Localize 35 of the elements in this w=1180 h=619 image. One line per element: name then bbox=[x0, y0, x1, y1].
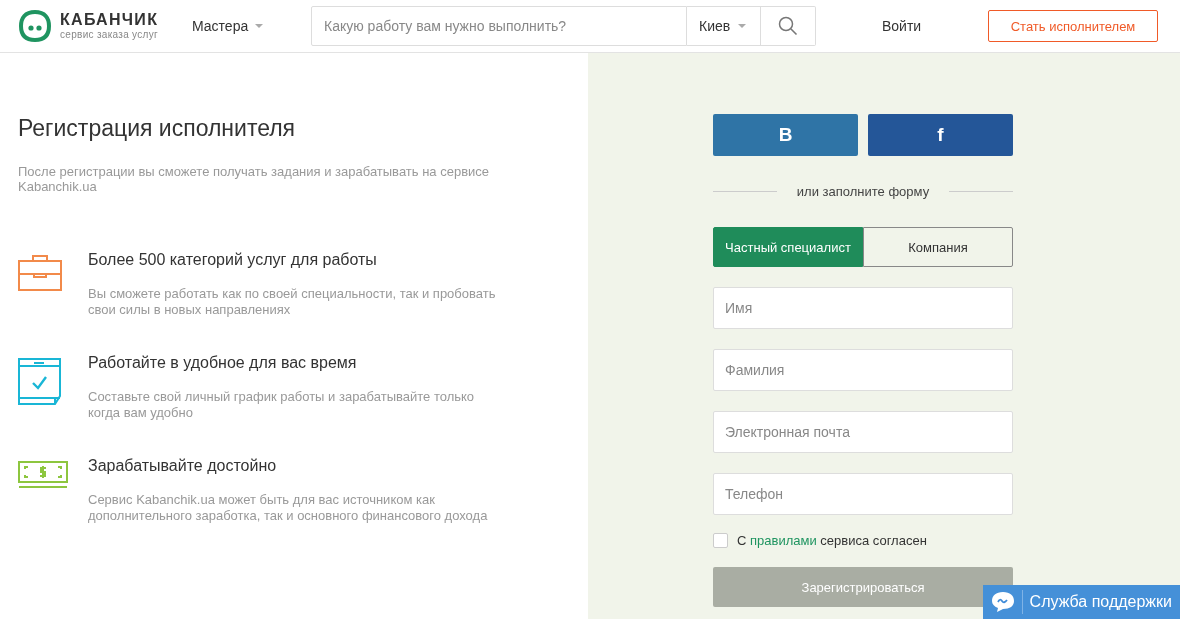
search-field[interactable]: Какую работу вам нужно выполнить? bbox=[311, 6, 687, 46]
chat-bubble-icon bbox=[990, 591, 1015, 613]
divider-text: или заполните форму bbox=[796, 184, 930, 199]
text-field[interactable]: Телефон bbox=[713, 473, 1013, 515]
agree-checkbox[interactable] bbox=[713, 533, 728, 548]
page-subtitle: После регистрации вы сможете получать задания и зарабатывать на сервисе Kabanchik.ua bbox=[18, 164, 491, 194]
caret-icon bbox=[738, 24, 747, 28]
text-field[interactable]: Имя bbox=[713, 287, 1013, 329]
masters-menu[interactable]: Мастера bbox=[192, 18, 311, 34]
page-title: Регистрация исполнителя bbox=[18, 115, 297, 142]
feature-title: Работайте в удобное для вас время bbox=[88, 354, 358, 372]
money-icon bbox=[18, 461, 68, 489]
facebook-login-button[interactable]: f bbox=[868, 114, 1013, 156]
search-icon bbox=[778, 16, 798, 36]
search-button[interactable] bbox=[761, 6, 816, 46]
logo-icon[interactable] bbox=[18, 9, 52, 43]
logo-tagline: сервис заказа услуг bbox=[60, 30, 159, 40]
text-field[interactable]: Фамилия bbox=[713, 349, 1013, 391]
calendar-check-icon bbox=[18, 358, 62, 406]
feature-title: Более 500 категорий услуг для работы bbox=[88, 251, 378, 269]
feature-title: Зарабатывайте достойно bbox=[88, 457, 278, 475]
feature-description: Сервис Kabanchik.ua может быть для вас источником как дополнительного заработка, так и основного финансового дохода bbox=[88, 492, 489, 524]
account-type-tab[interactable]: Компания bbox=[863, 227, 1013, 267]
vk-login-button[interactable]: В bbox=[713, 114, 858, 156]
briefcase-icon bbox=[18, 255, 62, 291]
city-dropdown[interactable]: Киев bbox=[687, 6, 761, 46]
agree-label: С правилами сервиса согласен bbox=[737, 533, 927, 548]
text-field[interactable]: Электронная почта bbox=[713, 411, 1013, 453]
account-type-tab[interactable]: Частный специалист bbox=[713, 227, 863, 267]
logo-name[interactable]: КАБАНЧИК bbox=[60, 12, 159, 28]
feature-description: Вы сможете работать как по своей специальности, так и пробовать свои силы в новых направлениях bbox=[88, 286, 497, 318]
feature-description: Составьте свой личный график работы и зарабатывайте только когда вам удобно bbox=[88, 389, 476, 421]
rules-link[interactable]: правилами bbox=[750, 533, 817, 548]
caret-icon bbox=[255, 24, 264, 28]
login-link[interactable]: Войти bbox=[882, 18, 922, 34]
